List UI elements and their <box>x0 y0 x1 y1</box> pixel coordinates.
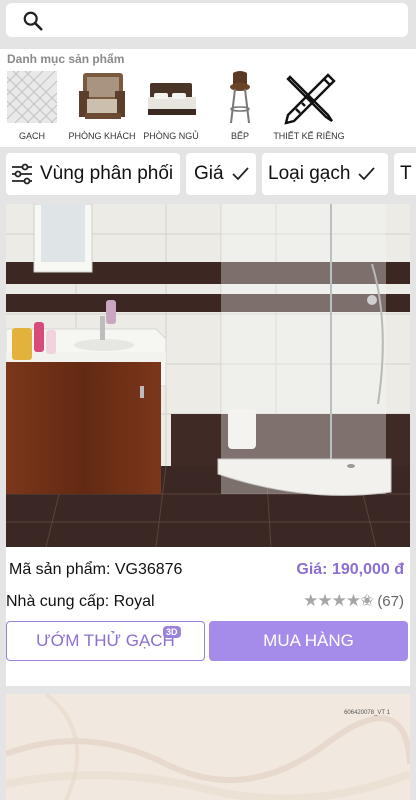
tile-icon <box>6 70 58 124</box>
category-section-title: Danh mục sản phẩm <box>7 52 125 66</box>
next-product-code: 606420078_VT 1 <box>344 710 390 716</box>
rating-stars: ★★★★✬ <box>303 591 374 610</box>
search-area <box>0 0 416 46</box>
filter-chip-price[interactable]: Giá <box>186 153 256 195</box>
design-tools-icon <box>284 73 336 125</box>
category-label: BẾP <box>230 131 249 141</box>
filter-chip-label: T <box>400 163 412 184</box>
category-item-bedroom[interactable]: PHÒNG NGỦ <box>135 69 207 145</box>
armchair-icon <box>79 73 125 119</box>
product-price: Giá: 190,000 đ <box>296 561 404 578</box>
search-icon[interactable] <box>22 10 44 32</box>
product-card[interactable]: Mã sản phẩm: VG36876 Giá: 190,000 đ Nhà … <box>6 204 410 686</box>
3d-badge: 3D <box>163 626 181 638</box>
category-label: PHÒNG KHÁCH <box>68 131 136 141</box>
product-rating: ★★★★✬ (67) <box>303 591 404 611</box>
category-item-kitchen[interactable]: BẾP <box>204 69 276 145</box>
category-item-custom-design[interactable]: THIẾT KẾ RIÊNG <box>273 69 345 145</box>
category-item-tile[interactable]: GẠCH <box>0 69 68 145</box>
filter-bar: Vùng phân phối Giá Loại gạch T <box>0 151 416 197</box>
check-icon <box>358 167 376 181</box>
filter-chip-tile-type[interactable]: Loại gạch <box>262 153 388 195</box>
buy-button-label: MUA HÀNG <box>263 631 354 650</box>
bed-icon <box>148 83 196 115</box>
filter-chip-label: Giá <box>194 163 224 184</box>
check-icon <box>231 167 249 181</box>
category-label: PHÒNG NGỦ <box>143 131 199 141</box>
filter-chip-label: Vùng phân phối <box>40 163 174 184</box>
filter-chip-region[interactable]: Vùng phân phối <box>6 153 180 195</box>
buy-button[interactable]: MUA HÀNG <box>209 621 408 661</box>
next-product-card[interactable]: 606420078_VT 1 <box>6 694 410 800</box>
category-item-living-room[interactable]: PHÒNG KHÁCH <box>66 69 138 145</box>
category-section: Danh mục sản phẩm GẠCH PHÒNG KHÁCH PHÒNG… <box>0 49 416 147</box>
app-screen: Danh mục sản phẩm GẠCH PHÒNG KHÁCH PHÒNG… <box>0 0 416 800</box>
filter-chip-more[interactable]: T <box>394 153 416 195</box>
filter-chip-label: Loại gạch <box>268 163 351 184</box>
search-input[interactable] <box>6 3 408 37</box>
sliders-icon <box>12 163 32 185</box>
category-label: THIẾT KẾ RIÊNG <box>273 131 345 141</box>
category-label: GẠCH <box>18 131 45 141</box>
try-tile-button-label: ƯỚM THỬ GẠCH <box>36 631 175 650</box>
product-code: Mã sản phẩm: VG36876 <box>9 561 183 578</box>
product-supplier: Nhà cung cấp: Royal <box>6 593 155 610</box>
rating-count: (67) <box>377 592 404 610</box>
bar-stool-icon <box>230 71 250 124</box>
product-image[interactable] <box>6 204 410 547</box>
try-tile-button[interactable]: ƯỚM THỬ GẠCH 3D <box>6 621 205 661</box>
